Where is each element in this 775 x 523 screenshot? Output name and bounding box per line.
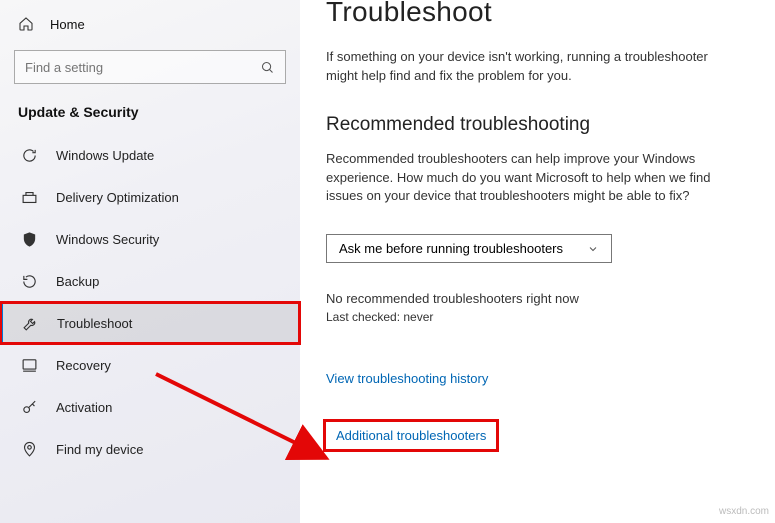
sidebar-item-delivery-optimization[interactable]: Delivery Optimization <box>0 176 300 218</box>
page-title: Troubleshoot <box>326 0 749 28</box>
backup-icon <box>20 272 38 290</box>
sidebar-item-backup[interactable]: Backup <box>0 260 300 302</box>
sidebar-nav: Windows Update Delivery Optimization Win… <box>0 134 300 470</box>
sidebar-item-label: Windows Security <box>56 232 159 247</box>
sidebar-item-label: Windows Update <box>56 148 154 163</box>
sidebar-item-windows-security[interactable]: Windows Security <box>0 218 300 260</box>
home-nav[interactable]: Home <box>0 6 300 42</box>
search-box[interactable] <box>14 50 286 84</box>
additional-troubleshooters-link[interactable]: Additional troubleshooters <box>326 422 496 449</box>
sidebar-item-label: Activation <box>56 400 112 415</box>
delivery-icon <box>20 188 38 206</box>
sidebar-item-recovery[interactable]: Recovery <box>0 344 300 386</box>
recovery-icon <box>20 356 38 374</box>
sidebar-item-label: Find my device <box>56 442 143 457</box>
sidebar-item-label: Troubleshoot <box>57 316 132 331</box>
location-icon <box>20 440 38 458</box>
sidebar-item-find-my-device[interactable]: Find my device <box>0 428 300 470</box>
last-checked-text: Last checked: never <box>326 310 749 324</box>
sidebar-item-label: Recovery <box>56 358 111 373</box>
sidebar-item-troubleshoot[interactable]: Troubleshoot <box>0 302 300 344</box>
sync-icon <box>20 146 38 164</box>
chevron-down-icon <box>587 243 599 255</box>
sidebar: Home Update & Security Windows Update De… <box>0 0 300 523</box>
sidebar-item-label: Backup <box>56 274 99 289</box>
intro-text: If something on your device isn't workin… <box>326 48 726 86</box>
search-input[interactable] <box>15 60 249 75</box>
home-label: Home <box>50 17 85 32</box>
sidebar-item-activation[interactable]: Activation <box>0 386 300 428</box>
recommended-dropdown[interactable]: Ask me before running troubleshooters <box>326 234 612 263</box>
dropdown-value: Ask me before running troubleshooters <box>339 241 563 256</box>
watermark: wsxdn.com <box>719 506 769 517</box>
shield-icon <box>20 230 38 248</box>
home-icon <box>18 16 34 32</box>
recommended-body: Recommended troubleshooters can help imp… <box>326 150 726 207</box>
sidebar-item-windows-update[interactable]: Windows Update <box>0 134 300 176</box>
wrench-icon <box>21 314 39 332</box>
no-recommended-text: No recommended troubleshooters right now <box>326 291 749 306</box>
sidebar-item-label: Delivery Optimization <box>56 190 179 205</box>
search-icon <box>249 60 285 75</box>
view-history-link[interactable]: View troubleshooting history <box>326 371 488 386</box>
section-title: Update & Security <box>0 98 300 134</box>
content-pane: Troubleshoot If something on your device… <box>300 0 775 523</box>
key-icon <box>20 398 38 416</box>
recommended-heading: Recommended troubleshooting <box>326 114 749 136</box>
search-container <box>0 42 300 98</box>
